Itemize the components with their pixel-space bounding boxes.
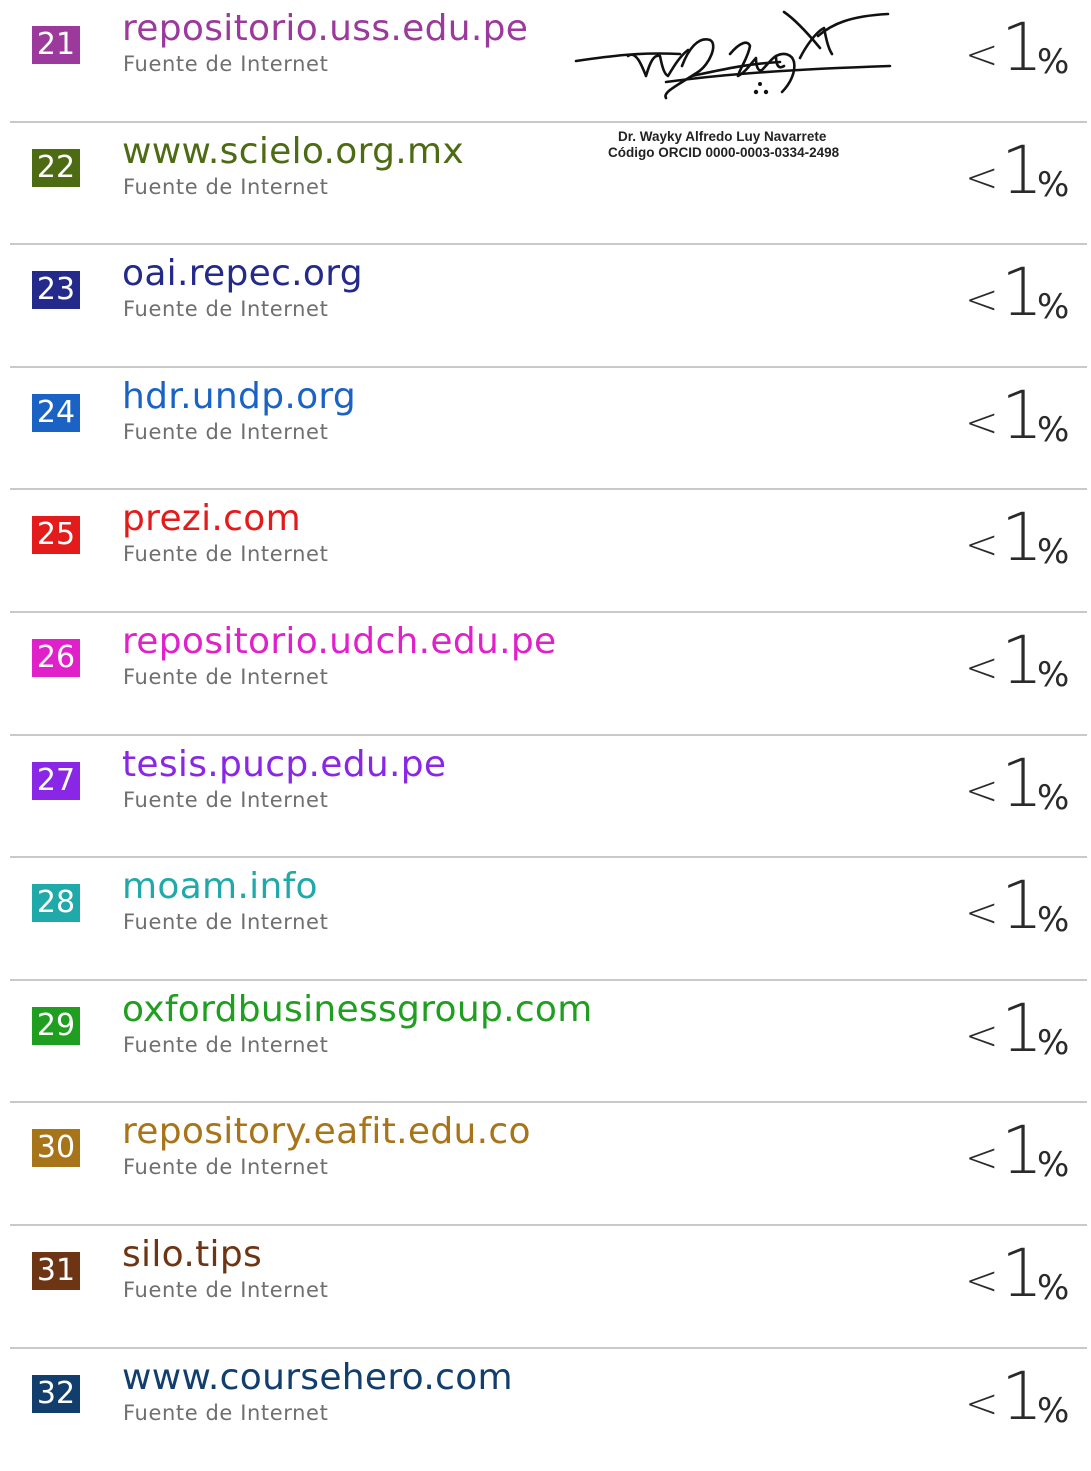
handwritten-signature (574, 10, 892, 100)
source-name[interactable]: www.coursehero.com (122, 1355, 513, 1401)
source-number-badge: 30 (32, 1129, 80, 1168)
source-row: 21 repositorio.uss.edu.pe Fuente de Intern… (0, 0, 1091, 123)
source-type: Fuente de Internet (123, 1032, 329, 1057)
source-percentage: <1% (965, 9, 1085, 90)
percent-sign: % (1037, 1145, 1070, 1186)
source-row: 30 repository.eafit.edu.co Fuente de Inter… (0, 1103, 1091, 1226)
percent-sign: % (1037, 409, 1070, 450)
source-type: Fuente de Internet (123, 910, 329, 935)
source-number-badge: 32 (32, 1374, 80, 1413)
source-row: 28 moam.info Fuente de Internet <1% (0, 858, 1091, 981)
source-name[interactable]: oai.repec.org (122, 251, 363, 297)
source-name[interactable]: www.scielo.org.mx (122, 129, 464, 175)
source-type: Fuente de Internet (123, 664, 329, 689)
source-number-badge: 23 (32, 271, 80, 310)
percent-sign: % (1037, 287, 1070, 328)
source-row: 27 tesis.pucp.edu.pe Fuente de Internet <1% (0, 736, 1091, 859)
percent-sign: % (1037, 42, 1070, 82)
source-percentage: <1% (965, 1112, 1085, 1193)
source-type: Fuente de Internet (123, 1155, 329, 1180)
source-type: Fuente de Internet (123, 1400, 329, 1425)
signature-name: Dr. Wayky Alfredo Luy Navarrete (618, 129, 827, 144)
percent-prefix: < (965, 644, 999, 691)
source-percentage: <1% (965, 132, 1085, 213)
source-number-badge: 31 (32, 1251, 80, 1290)
percent-sign: % (1037, 654, 1070, 695)
source-row: 26 repositorio.udch.edu.pe Fuente de Inter… (0, 613, 1091, 736)
percent-sign: % (1037, 164, 1070, 205)
percent-prefix: < (965, 890, 999, 937)
source-name[interactable]: silo.tips (122, 1232, 262, 1278)
source-name[interactable]: prezi.com (122, 496, 301, 542)
source-row: 23 oai.repec.org Fuente de Internet <1% (0, 245, 1091, 368)
percent-prefix: < (965, 522, 999, 569)
percent-sign: % (1037, 900, 1070, 941)
source-percentage: <1% (965, 377, 1085, 458)
source-name[interactable]: moam.info (122, 864, 318, 910)
percent-prefix: < (965, 399, 999, 446)
source-type: Fuente de Internet (123, 1277, 329, 1302)
source-type: Fuente de Internet (123, 419, 329, 444)
percent-sign: % (1037, 1267, 1070, 1308)
percent-prefix: < (965, 1135, 999, 1182)
source-row: 32 www.coursehero.com Fuente de Internet <1… (0, 1349, 1091, 1471)
source-number-badge: 26 (32, 638, 80, 677)
source-name[interactable]: repositorio.uss.edu.pe (122, 6, 528, 52)
source-row: 31 silo.tips Fuente de Internet <1% (0, 1226, 1091, 1349)
source-type: Fuente de Internet (123, 787, 329, 812)
percent-prefix: < (965, 277, 999, 324)
source-name[interactable]: repositorio.udch.edu.pe (122, 619, 556, 665)
source-name[interactable]: hdr.undp.org (122, 374, 356, 420)
percent-prefix: < (965, 1012, 999, 1059)
source-percentage: <1% (965, 622, 1085, 703)
source-percentage: <1% (965, 745, 1085, 826)
percent-prefix: < (965, 32, 999, 78)
percent-sign: % (1037, 532, 1070, 573)
source-percentage: <1% (965, 1358, 1085, 1439)
percent-prefix: < (965, 1257, 999, 1304)
source-type: Fuente de Internet (123, 542, 329, 567)
source-number-badge: 24 (32, 393, 80, 432)
source-percentage: <1% (965, 867, 1085, 948)
source-number-badge: 27 (32, 761, 80, 800)
percent-prefix: < (965, 1380, 999, 1427)
source-name[interactable]: repository.eafit.edu.co (122, 1109, 531, 1155)
percent-prefix: < (965, 767, 999, 814)
percent-sign: % (1037, 1390, 1070, 1431)
source-name[interactable]: tesis.pucp.edu.pe (122, 742, 446, 788)
source-number-badge: 22 (32, 148, 80, 187)
percent-sign: % (1037, 777, 1070, 818)
source-number-badge: 29 (32, 1006, 80, 1045)
source-type: Fuente de Internet (123, 174, 329, 199)
source-list: 21 repositorio.uss.edu.pe Fuente de Intern… (0, 0, 1091, 1471)
source-number-badge: 25 (32, 516, 80, 555)
source-number-badge: 21 (32, 26, 80, 64)
source-number-badge: 28 (32, 884, 80, 923)
source-percentage: <1% (965, 499, 1085, 580)
source-percentage: <1% (965, 990, 1085, 1071)
source-row: 29 oxfordbusinessgroup.com Fuente de Inter… (0, 981, 1091, 1104)
percent-prefix: < (965, 154, 999, 201)
percent-sign: % (1037, 1022, 1070, 1063)
source-row: 25 prezi.com Fuente de Internet <1% (0, 490, 1091, 613)
source-type: Fuente de Internet (123, 52, 329, 76)
source-name[interactable]: oxfordbusinessgroup.com (122, 987, 593, 1033)
source-row: 24 hdr.undp.org Fuente de Internet <1% (0, 368, 1091, 491)
source-type: Fuente de Internet (123, 297, 329, 322)
source-row: 22 www.scielo.org.mx Fuente de Internet <1% (0, 123, 1091, 246)
signature-orcid: Código ORCID 0000-0003-0334-2498 (608, 145, 840, 160)
source-percentage: <1% (965, 254, 1085, 335)
source-percentage: <1% (965, 1235, 1085, 1316)
